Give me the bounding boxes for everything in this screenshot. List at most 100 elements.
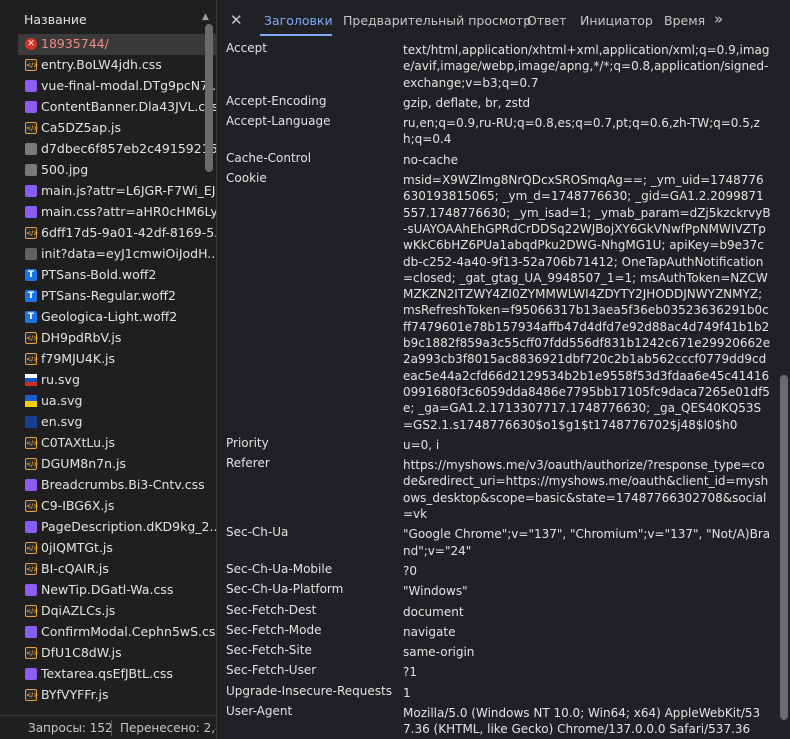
request-headers-list: Accept text/html,application/xhtml+xml,ap… xyxy=(226,40,771,739)
name-column-header[interactable]: Название ▲ xyxy=(0,9,216,31)
list-scrollbar[interactable] xyxy=(205,24,213,172)
request-row[interactable]: </> C0TAXtLu.js xyxy=(18,433,216,454)
stylesheet-icon xyxy=(25,626,37,638)
request-row[interactable]: T Geologica-Light.woff2 xyxy=(18,307,216,328)
request-row[interactable]: init?data=eyJ1cmwiOiJodH... xyxy=(18,244,216,265)
request-name: ContentBanner.Dla43JVL.css xyxy=(41,99,217,114)
header-value[interactable]: text/html,application/xhtml+xml,applicat… xyxy=(403,40,771,93)
request-row[interactable]: </> C9-IBG6X.js xyxy=(18,496,216,517)
request-row[interactable]: NewTip.DGatl-Wa.css xyxy=(18,580,216,601)
request-row[interactable]: main.css?attr=aHR0cHM6Ly... xyxy=(18,202,216,223)
header-row: Priority u=0, i xyxy=(226,435,771,455)
request-rows: ✕ 18935744/</> entry.BoLW4jdh.css vue-final… xyxy=(18,34,216,706)
request-row[interactable]: </> Ca5DZ5ap.js xyxy=(18,118,216,139)
tab-response[interactable]: Ответ xyxy=(527,13,566,28)
header-row: Accept text/html,application/xhtml+xml,ap… xyxy=(226,40,771,93)
request-name: PTSans-Bold.woff2 xyxy=(41,267,157,282)
request-row[interactable]: </> DqiAZLCs.js xyxy=(18,601,216,622)
request-row[interactable]: main.js?attr=L6JGR-F7Wi_EJ... xyxy=(18,181,216,202)
header-value[interactable]: same-origin xyxy=(403,642,771,662)
header-name: Accept-Encoding xyxy=(226,93,327,108)
request-row[interactable]: Breadcrumbs.Bi3-Cntv.css xyxy=(18,475,216,496)
request-row[interactable]: </> BI-cQAIR.js xyxy=(18,559,216,580)
more-tabs-chevron-icon[interactable]: » xyxy=(714,10,723,28)
request-name: PTSans-Regular.woff2 xyxy=(41,288,176,303)
header-value[interactable]: u=0, i xyxy=(403,435,771,455)
tab-preview[interactable]: Предварительный просмотр xyxy=(343,13,531,28)
request-row[interactable]: en.svg xyxy=(18,412,216,433)
request-row[interactable]: ru.svg xyxy=(18,370,216,391)
tab-initiator[interactable]: Инициатор xyxy=(580,13,653,28)
request-row[interactable]: ✕ 18935744/ xyxy=(18,34,216,55)
close-icon[interactable]: ✕ xyxy=(230,11,243,29)
request-row[interactable]: </> BYfVYFFr.js xyxy=(18,685,216,706)
header-value[interactable]: no-cache xyxy=(403,150,771,170)
request-row[interactable]: PageDescription.dKD9kg_2.... xyxy=(18,517,216,538)
image-icon xyxy=(25,143,37,155)
request-name: ConfirmModal.Cephn5wS.css xyxy=(41,624,217,639)
header-value[interactable]: 1 xyxy=(403,683,771,703)
request-row[interactable]: T PTSans-Regular.woff2 xyxy=(18,286,216,307)
header-value[interactable]: "Windows" xyxy=(403,581,771,601)
header-name: Sec-Ch-Ua-Platform xyxy=(226,582,344,597)
request-row[interactable]: T PTSans-Bold.woff2 xyxy=(18,265,216,286)
request-row[interactable]: ua.svg xyxy=(18,391,216,412)
request-name: main.js?attr=L6JGR-F7Wi_EJ... xyxy=(41,183,217,198)
request-row[interactable]: ContentBanner.Dla43JVL.css xyxy=(18,97,216,118)
request-row[interactable]: ConfirmModal.Cephn5wS.css xyxy=(18,622,216,643)
request-row[interactable]: </> f79MJU4K.js xyxy=(18,349,216,370)
stylesheet-icon xyxy=(25,185,37,197)
request-name: C0TAXtLu.js xyxy=(41,435,115,450)
sort-up-icon[interactable]: ▲ xyxy=(202,12,209,22)
request-name: Ca5DZ5ap.js xyxy=(41,120,122,135)
document-icon xyxy=(25,248,37,260)
request-name: 500.jpg xyxy=(41,162,89,177)
header-name: Referer xyxy=(226,456,270,471)
request-row[interactable]: d7dbec6f857eb2c49159216... xyxy=(18,139,216,160)
header-value[interactable]: ?1 xyxy=(403,662,771,682)
header-row: Sec-Fetch-Site same-origin xyxy=(226,642,771,662)
request-row[interactable]: 500.jpg xyxy=(18,160,216,181)
header-value[interactable]: msid=X9WZImg8NrQDcxSROSmqAg==; _ym_uid=1… xyxy=(403,170,771,435)
header-value[interactable]: navigate xyxy=(403,622,771,642)
request-row[interactable]: </> entry.BoLW4jdh.css xyxy=(18,55,216,76)
header-value[interactable]: gzip, deflate, br, zstd xyxy=(403,93,771,113)
request-name: DGUM8n7n.js xyxy=(41,456,126,471)
stylesheet-icon xyxy=(25,80,37,92)
tab-timing[interactable]: Время xyxy=(664,13,705,28)
request-row[interactable]: </> DfU1C8dW.js xyxy=(18,643,216,664)
header-value[interactable]: Mozilla/5.0 (Windows NT 10.0; Win64; x64… xyxy=(403,703,771,739)
details-scrollbar[interactable] xyxy=(780,375,788,720)
header-row: Sec-Ch-Ua-Mobile ?0 xyxy=(226,561,771,581)
header-value[interactable]: https://myshows.me/v3/oauth/authorize/?r… xyxy=(403,455,771,524)
header-row: Accept-Encoding gzip, deflate, br, zstd xyxy=(226,93,771,113)
tab-headers[interactable]: Заголовки xyxy=(264,13,333,28)
request-row[interactable]: vue-final-modal.DTg9pcN7.... xyxy=(18,76,216,97)
script-icon: </> xyxy=(25,122,38,134)
header-row: Cache-Control no-cache xyxy=(226,150,771,170)
script-icon: </> xyxy=(25,458,38,470)
request-row[interactable]: </> DH9pdRbV.js xyxy=(18,328,216,349)
request-name: Textarea.qsEfJBtL.css xyxy=(41,666,173,681)
header-name: Sec-Fetch-Site xyxy=(226,643,312,658)
header-row: User-Agent Mozilla/5.0 (Windows NT 10.0; … xyxy=(226,703,771,739)
header-row: Referer https://myshows.me/v3/oauth/autho… xyxy=(226,455,771,524)
script-icon: </> xyxy=(25,689,38,701)
header-value[interactable]: "Google Chrome";v="137", "Chromium";v="1… xyxy=(403,524,771,561)
details-tab-bar: ✕ Заголовки Предварительный просмотр Отв… xyxy=(217,8,790,36)
script-icon: </> xyxy=(25,647,38,659)
header-name: Upgrade-Insecure-Requests xyxy=(226,683,392,698)
header-value[interactable]: ru,en;q=0.9,ru-RU;q=0.8,es;q=0.7,pt;q=0.… xyxy=(403,113,771,150)
request-row[interactable]: Textarea.qsEfJBtL.css xyxy=(18,664,216,685)
header-value[interactable]: document xyxy=(403,602,771,622)
header-name: Sec-Fetch-Dest xyxy=(226,602,317,617)
network-request-list: Название ▲ ✕ 18935744/</> entry.BoLW4jdh.c… xyxy=(0,0,217,739)
request-row[interactable]: </> 6dff17d5-9a01-42df-8169-5... xyxy=(18,223,216,244)
request-name: 6dff17d5-9a01-42df-8169-5... xyxy=(41,225,217,240)
request-row[interactable]: </> DGUM8n7n.js xyxy=(18,454,216,475)
script-icon: </> xyxy=(25,563,38,575)
stylesheet-icon xyxy=(25,206,37,218)
request-row[interactable]: </> 0jIQMTGt.js xyxy=(18,538,216,559)
header-value[interactable]: ?0 xyxy=(403,561,771,581)
header-name: Sec-Ch-Ua xyxy=(226,525,289,540)
